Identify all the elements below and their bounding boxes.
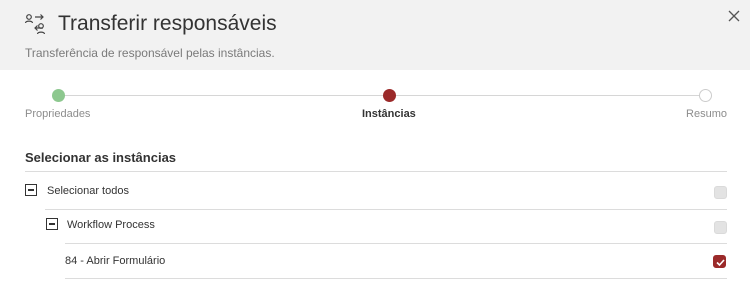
group-label: Workflow Process [67,219,155,231]
close-icon[interactable] [727,9,741,23]
row-divider [65,243,727,244]
transfer-users-icon [24,13,46,35]
section-title: Selecionar as instâncias [25,150,177,165]
collapse-select-all-icon[interactable] [25,184,37,196]
dialog-subtitle: Transferência de responsável pelas instâ… [25,46,275,60]
select-all-checkbox[interactable] [714,186,727,199]
section-divider [25,171,727,172]
stepper: Propriedades Instâncias Resumo [0,88,750,128]
row-divider [45,209,727,210]
step-dot-resumo[interactable] [699,89,712,102]
select-all-label: Selecionar todos [47,185,129,197]
row-divider [65,278,727,279]
step-label-propriedades[interactable]: Propriedades [25,108,90,120]
step-dot-propriedades[interactable] [52,89,65,102]
instance-item-label: 84 - Abrir Formulário [65,255,166,267]
dialog-header: Transferir responsáveis Transferência de… [0,0,750,70]
instance-item-checkbox[interactable] [713,255,726,268]
collapse-group-icon[interactable] [46,218,58,230]
stepper-track [58,95,706,96]
step-dot-instancias[interactable] [383,89,396,102]
group-checkbox[interactable] [714,221,727,234]
check-icon [716,259,725,267]
step-label-instancias[interactable]: Instâncias [362,108,416,120]
dialog-title: Transferir responsáveis [58,12,277,35]
step-label-resumo[interactable]: Resumo [686,108,727,120]
